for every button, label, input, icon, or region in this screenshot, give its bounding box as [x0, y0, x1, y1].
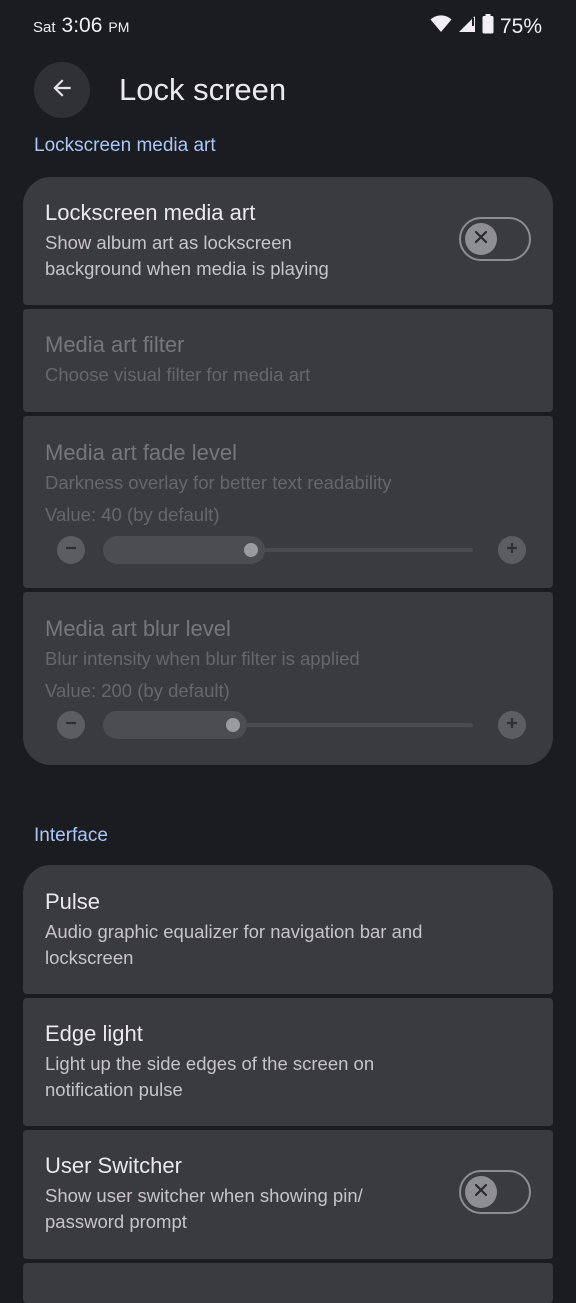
back-button[interactable]: [34, 62, 90, 118]
minus-icon: [64, 541, 78, 560]
setting-subtitle: Darkness overlay for better text readabi…: [45, 472, 392, 493]
status-icons: 75%: [430, 14, 542, 39]
slider-thumb[interactable]: [226, 718, 240, 732]
status-clock: Sat 3:06 PM: [33, 14, 129, 38]
setting-title: Media art fade level: [45, 440, 237, 465]
setting-title: Media art blur level: [45, 616, 231, 641]
increase-button[interactable]: [498, 711, 526, 739]
slider-fill: [103, 536, 265, 564]
setting-subtitle: Choose visual filter for media art: [45, 364, 311, 385]
setting-next-item[interactable]: [23, 1263, 553, 1303]
decrease-button[interactable]: [57, 536, 85, 564]
toggle-knob: [465, 223, 497, 255]
minus-icon: [64, 716, 78, 735]
page-title: Lock screen: [119, 72, 287, 107]
status-day: Sat: [33, 19, 56, 36]
setting-title: Edge light: [45, 1021, 143, 1046]
setting-subtitle: Audio graphic equalizer for navigation b…: [45, 921, 423, 968]
setting-media-art-fade-level: Media art fade level Darkness overlay fo…: [23, 416, 553, 588]
status-time: 3:06: [61, 14, 103, 37]
setting-value: Value: 40 (by default): [45, 504, 220, 525]
setting-subtitle: Light up the side edges of the screen on…: [45, 1053, 375, 1100]
setting-user-switcher[interactable]: User Switcher Show user switcher when sh…: [23, 1130, 553, 1259]
close-icon: [474, 230, 488, 249]
setting-title: User Switcher: [45, 1153, 182, 1178]
media-art-toggle[interactable]: [459, 217, 531, 261]
cell-signal-icon: [458, 15, 476, 38]
setting-value: Value: 200 (by default): [45, 680, 230, 701]
app-bar: Lock screen: [0, 62, 576, 122]
setting-media-art-filter[interactable]: Media art filter Choose visual filter fo…: [23, 309, 553, 412]
fade-slider[interactable]: [45, 535, 531, 565]
status-ampm: PM: [108, 19, 130, 35]
setting-subtitle: Show album art as lockscreen background …: [45, 232, 329, 279]
setting-title: Media art filter: [45, 332, 185, 357]
plus-icon: [505, 716, 519, 735]
increase-button[interactable]: [498, 536, 526, 564]
blur-slider[interactable]: [45, 710, 531, 740]
arrow-back-icon: [49, 75, 75, 106]
setting-subtitle: Show user switcher when showing pin/ pas…: [45, 1185, 363, 1232]
setting-edge-light[interactable]: Edge light Light up the side edges of th…: [23, 998, 553, 1126]
user-switcher-toggle[interactable]: [459, 1170, 531, 1214]
setting-subtitle: Blur intensity when blur filter is appli…: [45, 648, 360, 669]
close-icon: [474, 1183, 488, 1202]
battery-icon: [482, 14, 494, 39]
status-bar: Sat 3:06 PM 75%: [0, 0, 576, 54]
toggle-knob: [465, 1176, 497, 1208]
setting-title: Pulse: [45, 889, 101, 914]
slider-thumb[interactable]: [244, 543, 258, 557]
wifi-icon: [430, 15, 452, 38]
battery-percent: 75%: [499, 14, 542, 38]
section-header-interface: Interface: [34, 825, 108, 846]
setting-lockscreen-media-art[interactable]: Lockscreen media art Show album art as l…: [23, 177, 553, 305]
setting-title: Lockscreen media art: [45, 200, 256, 225]
plus-icon: [505, 541, 519, 560]
setting-pulse[interactable]: Pulse Audio graphic equalizer for naviga…: [23, 865, 553, 994]
setting-media-art-blur-level: Media art blur level Blur intensity when…: [23, 592, 553, 765]
decrease-button[interactable]: [57, 711, 85, 739]
section-header-media: Lockscreen media art: [34, 135, 216, 156]
